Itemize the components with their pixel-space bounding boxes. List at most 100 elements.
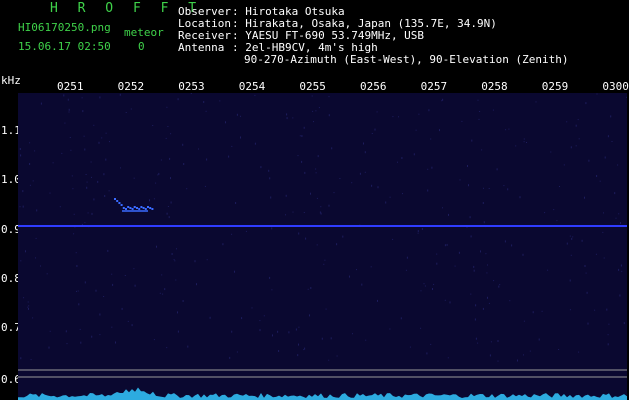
noise-speckle [187, 345, 189, 348]
noise-speckle [317, 155, 319, 158]
noise-speckle [316, 197, 318, 199]
noise-speckle [19, 206, 21, 208]
noise-speckle [36, 209, 38, 212]
noise-speckle [236, 351, 238, 353]
noise-speckle [20, 154, 22, 157]
noise-speckle [481, 149, 483, 151]
noise-speckle [342, 235, 344, 238]
noise-speckle [206, 259, 208, 261]
noise-speckle [231, 145, 233, 147]
noise-speckle [272, 334, 273, 337]
noise-speckle [263, 315, 265, 317]
noise-speckle [389, 196, 391, 198]
noise-speckle [392, 238, 394, 240]
noise-speckle [336, 355, 338, 357]
echo-point [133, 206, 136, 208]
noise-speckle [602, 231, 604, 233]
noise-speckle [73, 213, 75, 215]
noise-speckle [529, 350, 531, 352]
noise-speckle [374, 128, 376, 131]
noise-speckle [535, 101, 537, 103]
noise-speckle [304, 171, 306, 174]
noise-speckle [310, 287, 312, 289]
noise-speckle [415, 129, 417, 131]
noise-speckle [433, 283, 435, 285]
noise-speckle [595, 253, 597, 255]
file-name: HI06170250.png [18, 21, 111, 34]
noise-speckle [493, 280, 495, 282]
noise-speckle [475, 337, 477, 340]
noise-speckle [153, 339, 155, 341]
noise-speckle [586, 291, 588, 294]
noise-speckle [499, 284, 501, 286]
noise-speckle [470, 235, 472, 238]
noise-speckle [298, 343, 299, 346]
time-tick-label: 0254 [238, 80, 266, 93]
noise-speckle [401, 157, 403, 159]
noise-speckle [611, 141, 613, 142]
noise-speckle [79, 328, 81, 330]
noise-speckle [482, 202, 484, 204]
noise-speckle [93, 124, 95, 126]
noise-speckle [316, 244, 318, 246]
noise-speckle [509, 300, 511, 302]
noise-speckle [482, 307, 484, 310]
noise-speckle [507, 188, 509, 191]
time-tick-label: 0256 [360, 80, 387, 93]
echo-point [138, 208, 141, 210]
noise-speckle [73, 233, 75, 235]
noise-speckle [470, 293, 472, 295]
noise-speckle [336, 243, 338, 246]
noise-speckle [477, 342, 479, 344]
noise-speckle [63, 94, 65, 97]
noise-speckle [70, 149, 72, 151]
noise-speckle [508, 128, 510, 130]
noise-speckle [209, 316, 211, 319]
noise-speckle [105, 132, 107, 134]
noise-speckle [20, 357, 22, 360]
noise-speckle [471, 139, 473, 142]
noise-speckle [324, 259, 326, 261]
noise-speckle [420, 290, 422, 292]
time-tick-label: 0259 [541, 80, 569, 93]
noise-speckle [131, 324, 133, 327]
noise-speckle [430, 343, 432, 345]
noise-speckle [194, 260, 196, 263]
noise-speckle [235, 202, 237, 204]
noise-speckle [397, 161, 398, 163]
noise-speckle [581, 239, 583, 242]
noise-speckle [318, 107, 320, 109]
noise-speckle [108, 190, 110, 192]
noise-speckle [171, 253, 173, 255]
noise-speckle [251, 307, 253, 309]
noise-speckle [497, 360, 499, 362]
noise-speckle [219, 100, 221, 102]
noise-speckle [566, 121, 568, 123]
noise-speckle [442, 207, 443, 209]
noise-speckle [511, 244, 513, 247]
noise-speckle [480, 250, 481, 253]
echo-point [122, 207, 125, 209]
noise-speckle [426, 352, 428, 355]
noise-speckle [585, 102, 587, 105]
noise-speckle [32, 180, 34, 182]
noise-speckle [49, 192, 51, 194]
noise-speckle [183, 163, 185, 165]
noise-speckle [603, 212, 604, 214]
noise-speckle [328, 114, 330, 117]
noise-speckle [269, 276, 271, 279]
noise-speckle [83, 135, 85, 137]
noise-speckle [29, 163, 31, 165]
noise-speckle [107, 249, 109, 252]
noise-speckle [259, 320, 261, 322]
noise-speckle [439, 129, 440, 132]
noise-speckle [254, 142, 256, 145]
noise-speckle [99, 334, 101, 336]
noise-speckle [420, 327, 422, 329]
noise-speckle [198, 148, 199, 150]
noise-speckle [127, 320, 129, 322]
noise-speckle [157, 174, 159, 176]
noise-speckle [526, 142, 527, 143]
noise-speckle [569, 309, 571, 311]
noise-speckle [77, 290, 79, 292]
